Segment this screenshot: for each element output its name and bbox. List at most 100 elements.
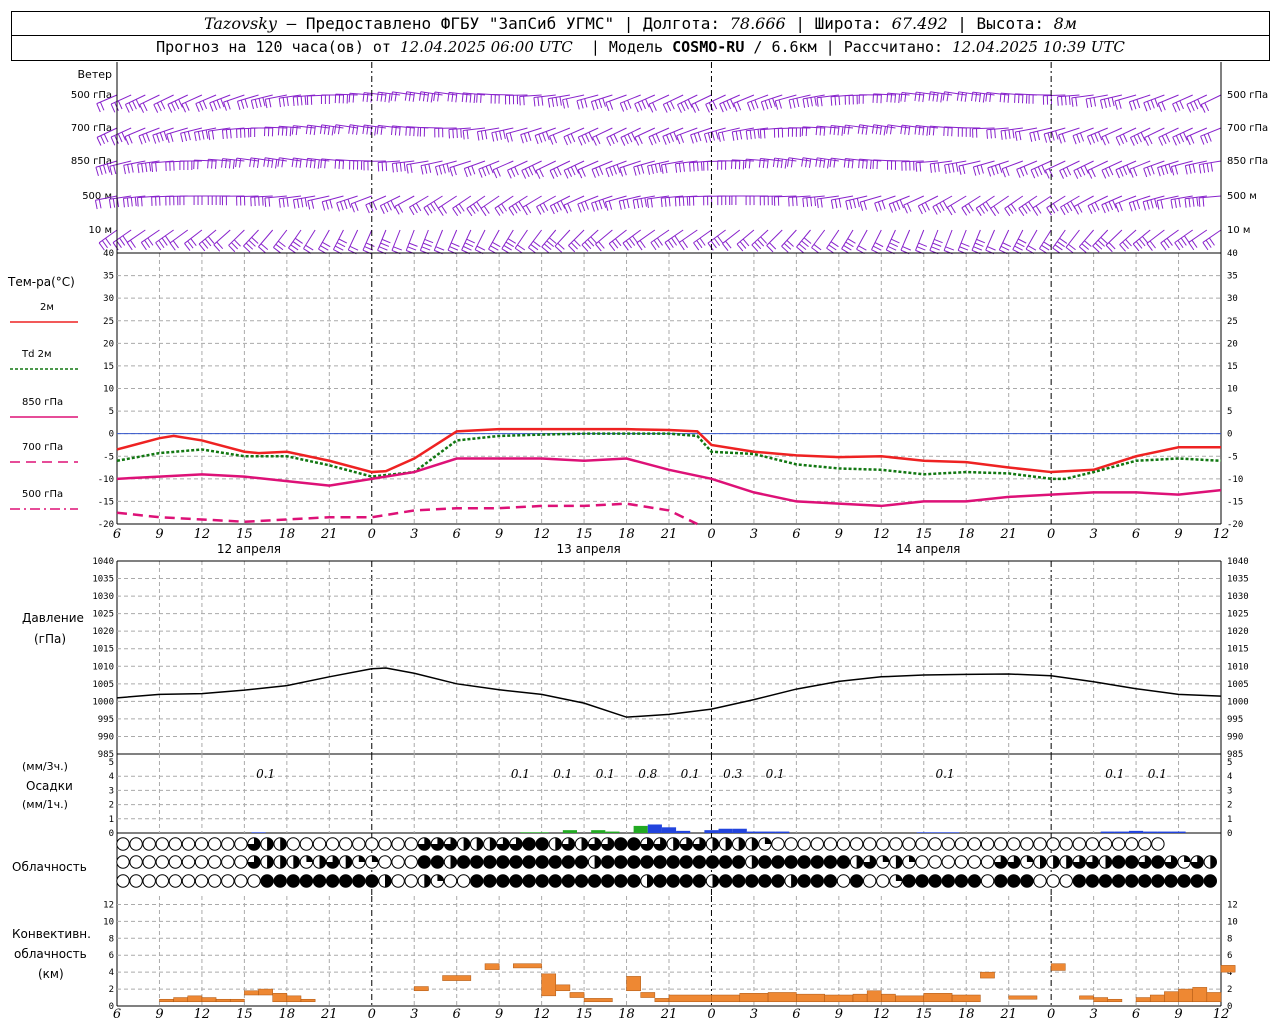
conv-bar <box>258 988 273 996</box>
wind-barb-flag <box>946 207 953 216</box>
wind-barb-flag <box>528 247 536 254</box>
cloud-symbol <box>404 837 418 851</box>
wind-barb-flag <box>528 166 534 176</box>
wind-barb-flag <box>394 92 397 102</box>
wind-barb-flag <box>335 245 344 251</box>
y-tick-right: 995 <box>1227 715 1243 725</box>
wind-barb-flag <box>929 163 932 173</box>
wind-barb-flag <box>964 205 971 214</box>
y-tick-right: 1010 <box>1227 662 1249 672</box>
hour-label: 9 <box>155 1007 163 1022</box>
wind-barb-flag <box>664 242 671 251</box>
wind-barb-flag <box>751 244 759 252</box>
wind-barb-flag <box>609 167 614 176</box>
wind-barb-flag <box>700 161 703 171</box>
wind-barb-flag <box>275 159 278 169</box>
wind-barb-flag <box>410 163 413 173</box>
precip-unit-1h: (мм/1ч.) <box>22 798 68 811</box>
wind-barb-flag <box>469 205 476 214</box>
wind-barb-flag <box>110 103 116 113</box>
wind-barb-flag <box>664 164 668 174</box>
cloud-fill <box>293 855 300 869</box>
cloud-symbol <box>797 874 811 888</box>
wind-barb-flag <box>690 134 694 144</box>
wind-barb-flag <box>1073 206 1079 215</box>
cloud-fill <box>581 837 588 851</box>
cloud-symbol <box>627 855 641 869</box>
y-tick-left: 6 <box>109 951 114 961</box>
wind-barb-flag <box>1043 133 1048 143</box>
wind-barb-flag <box>650 164 654 174</box>
wind-barb-flag <box>1115 169 1120 179</box>
wind-barb-flag <box>1119 167 1124 177</box>
wind-barb-flag <box>212 101 218 111</box>
wind-barb-flag <box>638 135 643 144</box>
wind-barb-flag <box>466 130 469 140</box>
wind-barb-flag <box>834 96 837 106</box>
wind-barb-flag <box>452 129 454 139</box>
wind-barb-flag <box>608 243 616 251</box>
cloud-symbol <box>456 874 471 888</box>
wind-barb-flag <box>167 104 173 113</box>
wind-barb-flag <box>304 95 307 105</box>
cloud-symbol <box>273 874 287 888</box>
wind-barb-flag <box>879 125 883 135</box>
y-tick-right: -10 <box>1227 475 1243 485</box>
cloud-symbol <box>1164 874 1178 888</box>
wind-barb-flag <box>888 203 893 213</box>
wind-barb-flag <box>674 163 678 173</box>
wind-barb-flag <box>634 103 639 113</box>
wind-barb-flag <box>320 245 329 251</box>
wind-barb <box>332 229 344 250</box>
wind-barb-flag <box>452 208 459 217</box>
wind-barb-flag <box>1084 165 1089 174</box>
wind-barb <box>1025 229 1038 250</box>
wind-barb-flag <box>816 97 819 107</box>
wind-barb-flag <box>225 129 228 139</box>
wind-barb-flag <box>680 102 686 112</box>
cloud-symbol <box>470 874 484 888</box>
wind-barb-flag <box>934 238 943 244</box>
wind-barb-flag <box>1178 198 1181 208</box>
wind-barb-flag <box>423 242 432 247</box>
cloud-symbol <box>365 837 379 851</box>
wind-barb-flag <box>805 158 808 168</box>
wind-barb-flag <box>221 129 224 140</box>
wind-barb-flag <box>801 240 809 247</box>
cloud-symbol <box>640 855 654 869</box>
wind-barb-flag <box>958 165 962 175</box>
convective-panel <box>159 963 1236 1003</box>
wind-barb <box>258 229 274 248</box>
hour-label: 9 <box>1174 1007 1182 1022</box>
wind-barb-flag <box>430 93 434 103</box>
wind-barb-flag <box>1163 240 1170 249</box>
wind-barb-flag <box>510 168 516 177</box>
wind-barb <box>273 229 288 248</box>
wind-barb-flag <box>156 133 160 143</box>
cloud-symbol <box>260 874 274 888</box>
wind-barb-flag <box>924 202 930 211</box>
wind-barb-flag <box>390 200 396 209</box>
cloud-fill <box>1066 855 1073 869</box>
wind-barb-flag <box>1122 133 1128 143</box>
cloud-symbol <box>181 874 196 888</box>
wind-barb-flag <box>1191 239 1198 248</box>
wind-barb-flag <box>896 201 901 210</box>
precip-bar <box>251 832 266 833</box>
wind-barb-flag <box>733 103 738 112</box>
wind-barb-flag <box>123 165 126 175</box>
wind-barb-flag <box>654 164 658 174</box>
wind-barb <box>409 195 429 208</box>
wind-barb <box>228 229 245 246</box>
wind-barb-flag <box>633 166 637 176</box>
hour-label: 9 <box>1174 527 1182 542</box>
cloud-symbol <box>574 874 589 888</box>
y-tick-left: 1030 <box>92 592 114 602</box>
wind-barb-flag <box>545 131 550 141</box>
wind-barb-flag <box>185 102 190 111</box>
wind-barb-flag <box>555 97 559 107</box>
wind-barb-flag <box>537 97 540 107</box>
cloud-symbol <box>1203 874 1218 888</box>
cloud-symbol <box>339 874 353 888</box>
cloud-symbol <box>1125 855 1139 869</box>
